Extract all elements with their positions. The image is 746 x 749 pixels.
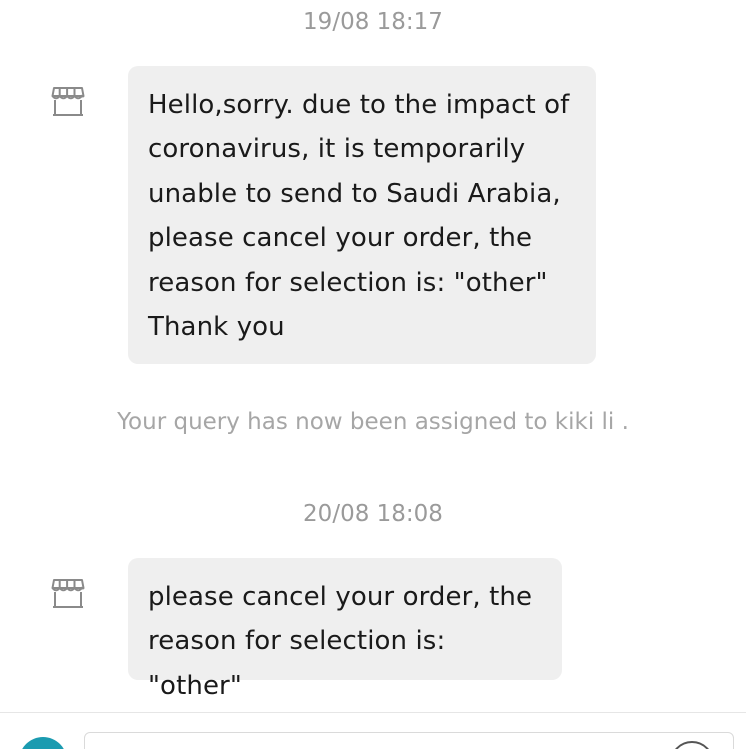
shop-icon [51,578,85,610]
message-timestamp: 19/08 18:17 [303,9,443,35]
message-input[interactable] [84,732,734,749]
chat-screen: 19/08 18:17 Hello,sorry. due to the impa… [0,0,746,749]
shop-icon [51,86,85,118]
attachment-button[interactable] [19,737,67,749]
message-bubble: please cancel your order, the reason for… [128,558,562,701]
message-timestamp: 20/08 18:08 [303,501,443,527]
message-composer [0,712,746,749]
message-bubble: Hello,sorry. due to the impact of corona… [128,66,596,364]
assignment-notice: Your query has now been assigned to kiki… [117,409,629,435]
